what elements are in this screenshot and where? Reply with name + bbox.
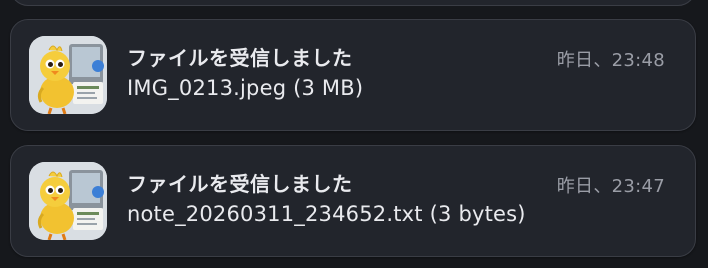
notification-body: IMG_0213.jpeg (3 MB): [127, 76, 364, 100]
notification-body: note_20260311_234652.txt (3 bytes): [127, 202, 526, 226]
notification-card[interactable]: ファイルを受信しました 昨日、23:48 IMG_0213.jpeg (3 MB…: [10, 19, 696, 131]
notification-list: ファイルを受信しました 昨日、23:48 IMG_0213.jpeg (3 MB…: [0, 0, 708, 268]
notification-title: ファイルを受信しました: [127, 172, 353, 196]
notification-title: ファイルを受信しました: [127, 46, 353, 70]
notification-card-partial[interactable]: [10, 0, 696, 6]
notification-timestamp: 昨日、23:48: [556, 50, 665, 71]
file-transfer-chick-icon: [29, 36, 107, 114]
notification-timestamp: 昨日、23:47: [556, 176, 665, 197]
file-transfer-chick-icon: [29, 162, 107, 240]
notification-card[interactable]: ファイルを受信しました 昨日、23:47 note_20260311_23465…: [10, 145, 696, 257]
